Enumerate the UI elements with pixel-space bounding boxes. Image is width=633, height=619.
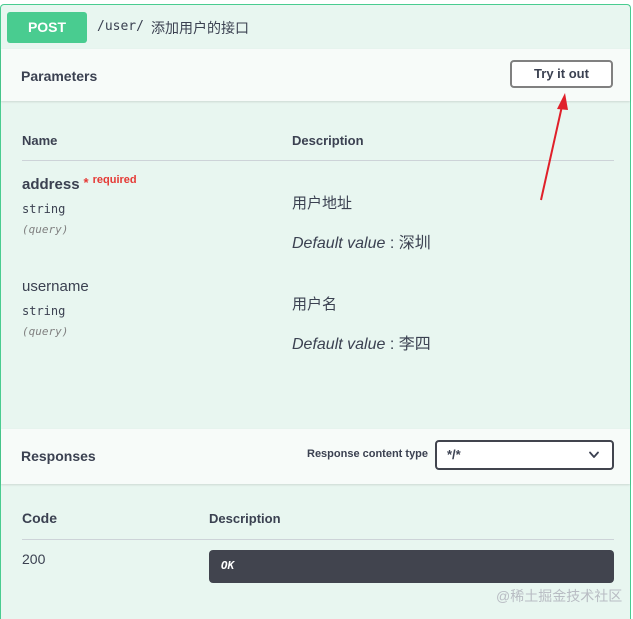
parameter-description: 用户名 [292,296,338,313]
response-content-type-label: Response content type [307,448,429,460]
chevron-down-icon [589,451,599,458]
parameters-divider [22,160,614,161]
operation-summary[interactable]: POST /user/ 添加用户的接口 [1,5,630,49]
required-star: * [83,175,89,190]
response-description-box: OK [209,550,614,583]
parameter-default: Default value : 深圳 [292,229,431,253]
select-value: */* [447,447,461,462]
default-separator: : [385,235,399,252]
responses-divider [22,539,614,540]
parameter-name: username [22,278,89,295]
column-header-response-description: Description [209,511,281,526]
response-description: OK [221,559,235,572]
watermark: @稀土掘金技术社区 [496,588,623,604]
default-label: Default value [292,336,386,353]
responses-title: Responses [21,448,96,464]
post-operation-block: POST /user/ 添加用户的接口 Parameters Try it ou… [0,4,631,619]
parameter-description: 用户地址 [292,195,353,212]
default-value: 深圳 [398,235,431,252]
parameters-title: Parameters [21,68,98,84]
response-code: 200 [22,551,46,567]
http-method-badge: POST [7,12,87,43]
parameter-type: string [22,202,66,216]
required-label: required [92,174,137,186]
default-separator: : [385,336,399,353]
response-content-type-select[interactable]: */* [435,440,614,470]
responses-header: Responses Response content type */* [1,429,630,484]
endpoint-path: /user/ [97,19,144,34]
column-header-name: Name [22,133,58,148]
try-it-out-button[interactable]: Try it out [510,60,613,88]
parameter-name-text: address [22,176,80,193]
column-header-description: Description [292,133,364,148]
parameter-default: Default value : 李四 [292,330,431,354]
parameter-location: (query) [22,223,69,236]
parameter-name: address * required [22,174,137,193]
column-header-code: Code [22,510,57,526]
default-label: Default value [292,235,386,252]
parameter-type: string [22,304,66,318]
parameters-header: Parameters Try it out [1,49,630,101]
default-value: 李四 [398,336,431,353]
endpoint-description: 添加用户的接口 [151,20,249,36]
parameter-location: (query) [22,325,69,338]
